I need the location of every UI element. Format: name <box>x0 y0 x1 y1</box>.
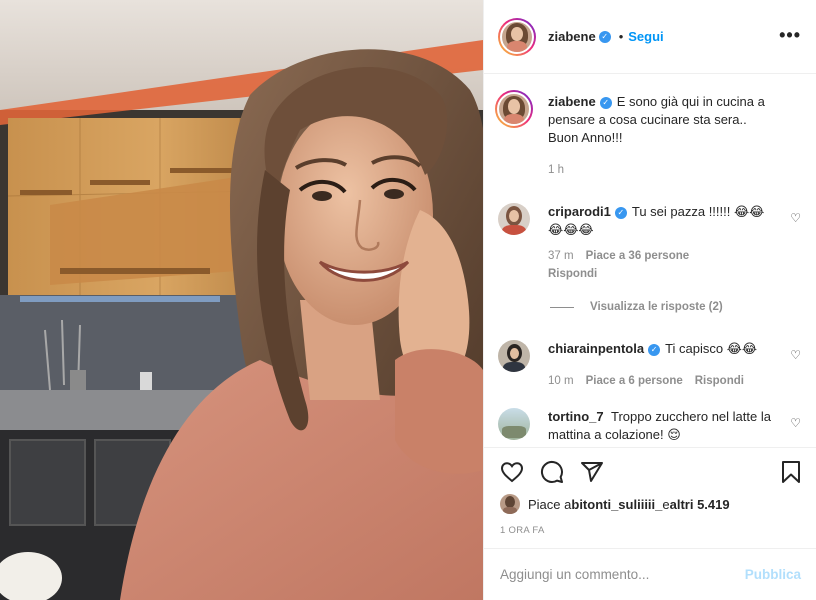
commenter-avatar[interactable] <box>498 340 530 372</box>
bookmark-icon[interactable] <box>780 460 802 484</box>
commenter-avatar[interactable] <box>498 408 530 440</box>
caption-time: 1 h <box>548 164 564 176</box>
post-header: ziabene ✓ • Segui ••• <box>484 0 816 74</box>
add-comment-bar: Pubblica <box>484 548 816 600</box>
post-photo[interactable] <box>0 0 483 600</box>
commenter-avatar[interactable] <box>498 203 530 235</box>
comment-like-icon[interactable]: ♡ <box>790 211 801 225</box>
comment-time: 10 m <box>548 375 574 387</box>
likes-prefix: Piace a <box>528 496 572 512</box>
post-date: 1 ORA FA <box>500 525 545 536</box>
comment-likes[interactable]: Piace a 36 persone <box>586 250 690 262</box>
author-avatar[interactable] <box>498 17 536 56</box>
divider-line <box>550 306 574 308</box>
likes-summary: Piace a bitonti_suliiiii_ e altri 5.419 <box>500 494 730 514</box>
verified-icon: ✓ <box>599 96 612 109</box>
liker-avatar[interactable] <box>500 494 520 514</box>
likes-middle: e <box>662 496 670 512</box>
caption-avatar[interactable] <box>495 90 533 128</box>
caption-body: ziabene ✓ E sono già qui in cucina a pensa… <box>548 93 776 179</box>
comment-item: tortino_7 Troppo zucchero nel latte la m… <box>498 408 803 444</box>
comments-list[interactable]: ziabene ✓ E sono già qui in cucina a pensa… <box>484 75 816 447</box>
heart-icon[interactable] <box>500 460 524 484</box>
verified-icon: ✓ <box>614 206 627 219</box>
liker-username[interactable]: bitonti_suliiiii_ <box>571 497 662 512</box>
separator-dot: • <box>618 29 624 44</box>
comment-item: criparodi1 ✓ Tu sei pazza !!!!!! 😂😂😂😂😂 37 … <box>498 203 803 283</box>
post-side-panel: ziabene ✓ • Segui ••• ziabene ✓ E sono già… <box>483 0 816 600</box>
caption-row: ziabene ✓ E sono già qui in cucina a pensa… <box>495 90 803 179</box>
comment-username[interactable]: criparodi1 <box>548 204 611 219</box>
comment-like-icon[interactable]: ♡ <box>790 348 801 362</box>
comment-input[interactable] <box>500 567 745 582</box>
view-replies[interactable]: Visualizza le risposte (2) <box>550 301 723 313</box>
reply-button[interactable]: Rispondi <box>695 375 744 387</box>
comment-item: chiarainpentola ✓ Ti capisco 😂😂 10 m Piace … <box>498 340 803 390</box>
reply-button[interactable]: Rispondi <box>548 268 597 280</box>
publish-button[interactable]: Pubblica <box>745 567 801 582</box>
share-icon[interactable] <box>580 460 604 484</box>
comment-body: criparodi1 ✓ Tu sei pazza !!!!!! 😂😂😂😂😂 37 … <box>548 203 776 283</box>
verified-icon: ✓ <box>648 343 661 356</box>
follow-button[interactable]: Segui <box>628 29 663 44</box>
comment-text: Ti capisco 😂😂 <box>665 341 758 356</box>
comment-body: chiarainpentola ✓ Ti capisco 😂😂 10 m Piace … <box>548 340 776 390</box>
caption-username[interactable]: ziabene <box>548 94 596 109</box>
likes-others[interactable]: altri 5.419 <box>670 497 730 512</box>
comment-likes[interactable]: Piace a 6 persone <box>586 375 683 387</box>
more-icon[interactable]: ••• <box>779 26 801 44</box>
verified-icon: ✓ <box>598 30 611 43</box>
comment-icon[interactable] <box>540 460 564 484</box>
comment-like-icon[interactable]: ♡ <box>790 416 801 430</box>
photo-image <box>0 0 483 600</box>
comment-body: tortino_7 Troppo zucchero nel latte la m… <box>548 408 776 444</box>
author-username[interactable]: ziabene <box>548 29 596 44</box>
comment-time: 37 m <box>548 250 574 262</box>
view-replies-label[interactable]: Visualizza le risposte (2) <box>590 301 723 313</box>
comment-username[interactable]: chiarainpentola <box>548 341 644 356</box>
comment-username[interactable]: tortino_7 <box>548 409 604 424</box>
